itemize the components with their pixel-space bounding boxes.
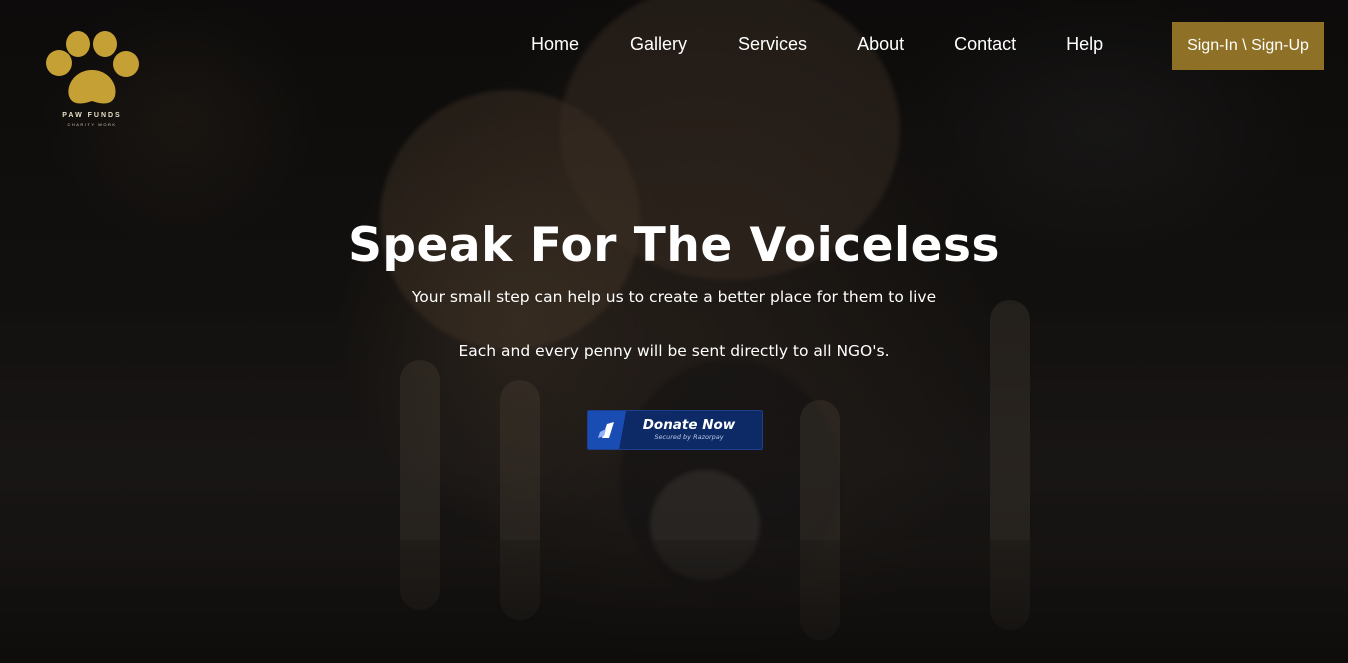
- overlay: [0, 0, 1348, 663]
- nav-gallery[interactable]: Gallery: [630, 34, 687, 55]
- hero-note: Each and every penny will be sent direct…: [458, 342, 890, 360]
- donate-now-button[interactable]: Donate Now Secured by Razorpay: [587, 410, 763, 450]
- hero-background: [0, 0, 1348, 663]
- donate-label-group: Donate Now Secured by Razorpay: [626, 418, 762, 442]
- logo[interactable]: PAW FUNDS CHARITY WORK: [40, 30, 144, 130]
- brand-name: PAW FUNDS: [62, 112, 122, 119]
- donate-secured-text: Secured by Razorpay: [654, 433, 724, 441]
- signin-signup-button[interactable]: Sign-In \ Sign-Up: [1172, 22, 1324, 70]
- nav-services[interactable]: Services: [738, 34, 807, 55]
- brand-tagline: CHARITY WORK: [67, 122, 117, 127]
- nav-contact[interactable]: Contact: [954, 34, 1016, 55]
- nav-home[interactable]: Home: [531, 34, 579, 55]
- nav-help[interactable]: Help: [1066, 34, 1103, 55]
- donate-label: Donate Now: [642, 417, 736, 433]
- main-nav: Home Gallery Services About Contact Help: [531, 34, 1103, 55]
- paw-icon: [46, 31, 139, 104]
- hero-subtitle: Your small step can help us to create a …: [411, 288, 937, 306]
- hero-headline: Speak For The Voiceless: [348, 218, 1000, 273]
- razorpay-icon: [588, 411, 626, 449]
- nav-about[interactable]: About: [857, 34, 904, 55]
